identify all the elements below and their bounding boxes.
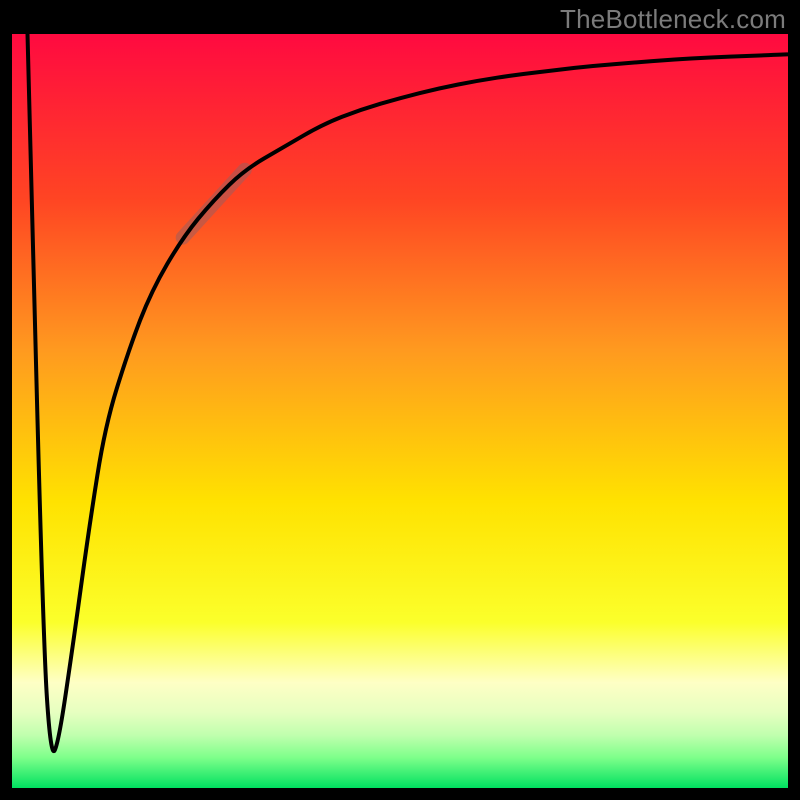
watermark-text: TheBottleneck.com [560, 4, 786, 35]
plot-area [12, 34, 788, 788]
chart-svg [12, 34, 788, 788]
chart-frame: TheBottleneck.com [0, 0, 800, 800]
gradient-background [12, 34, 788, 788]
